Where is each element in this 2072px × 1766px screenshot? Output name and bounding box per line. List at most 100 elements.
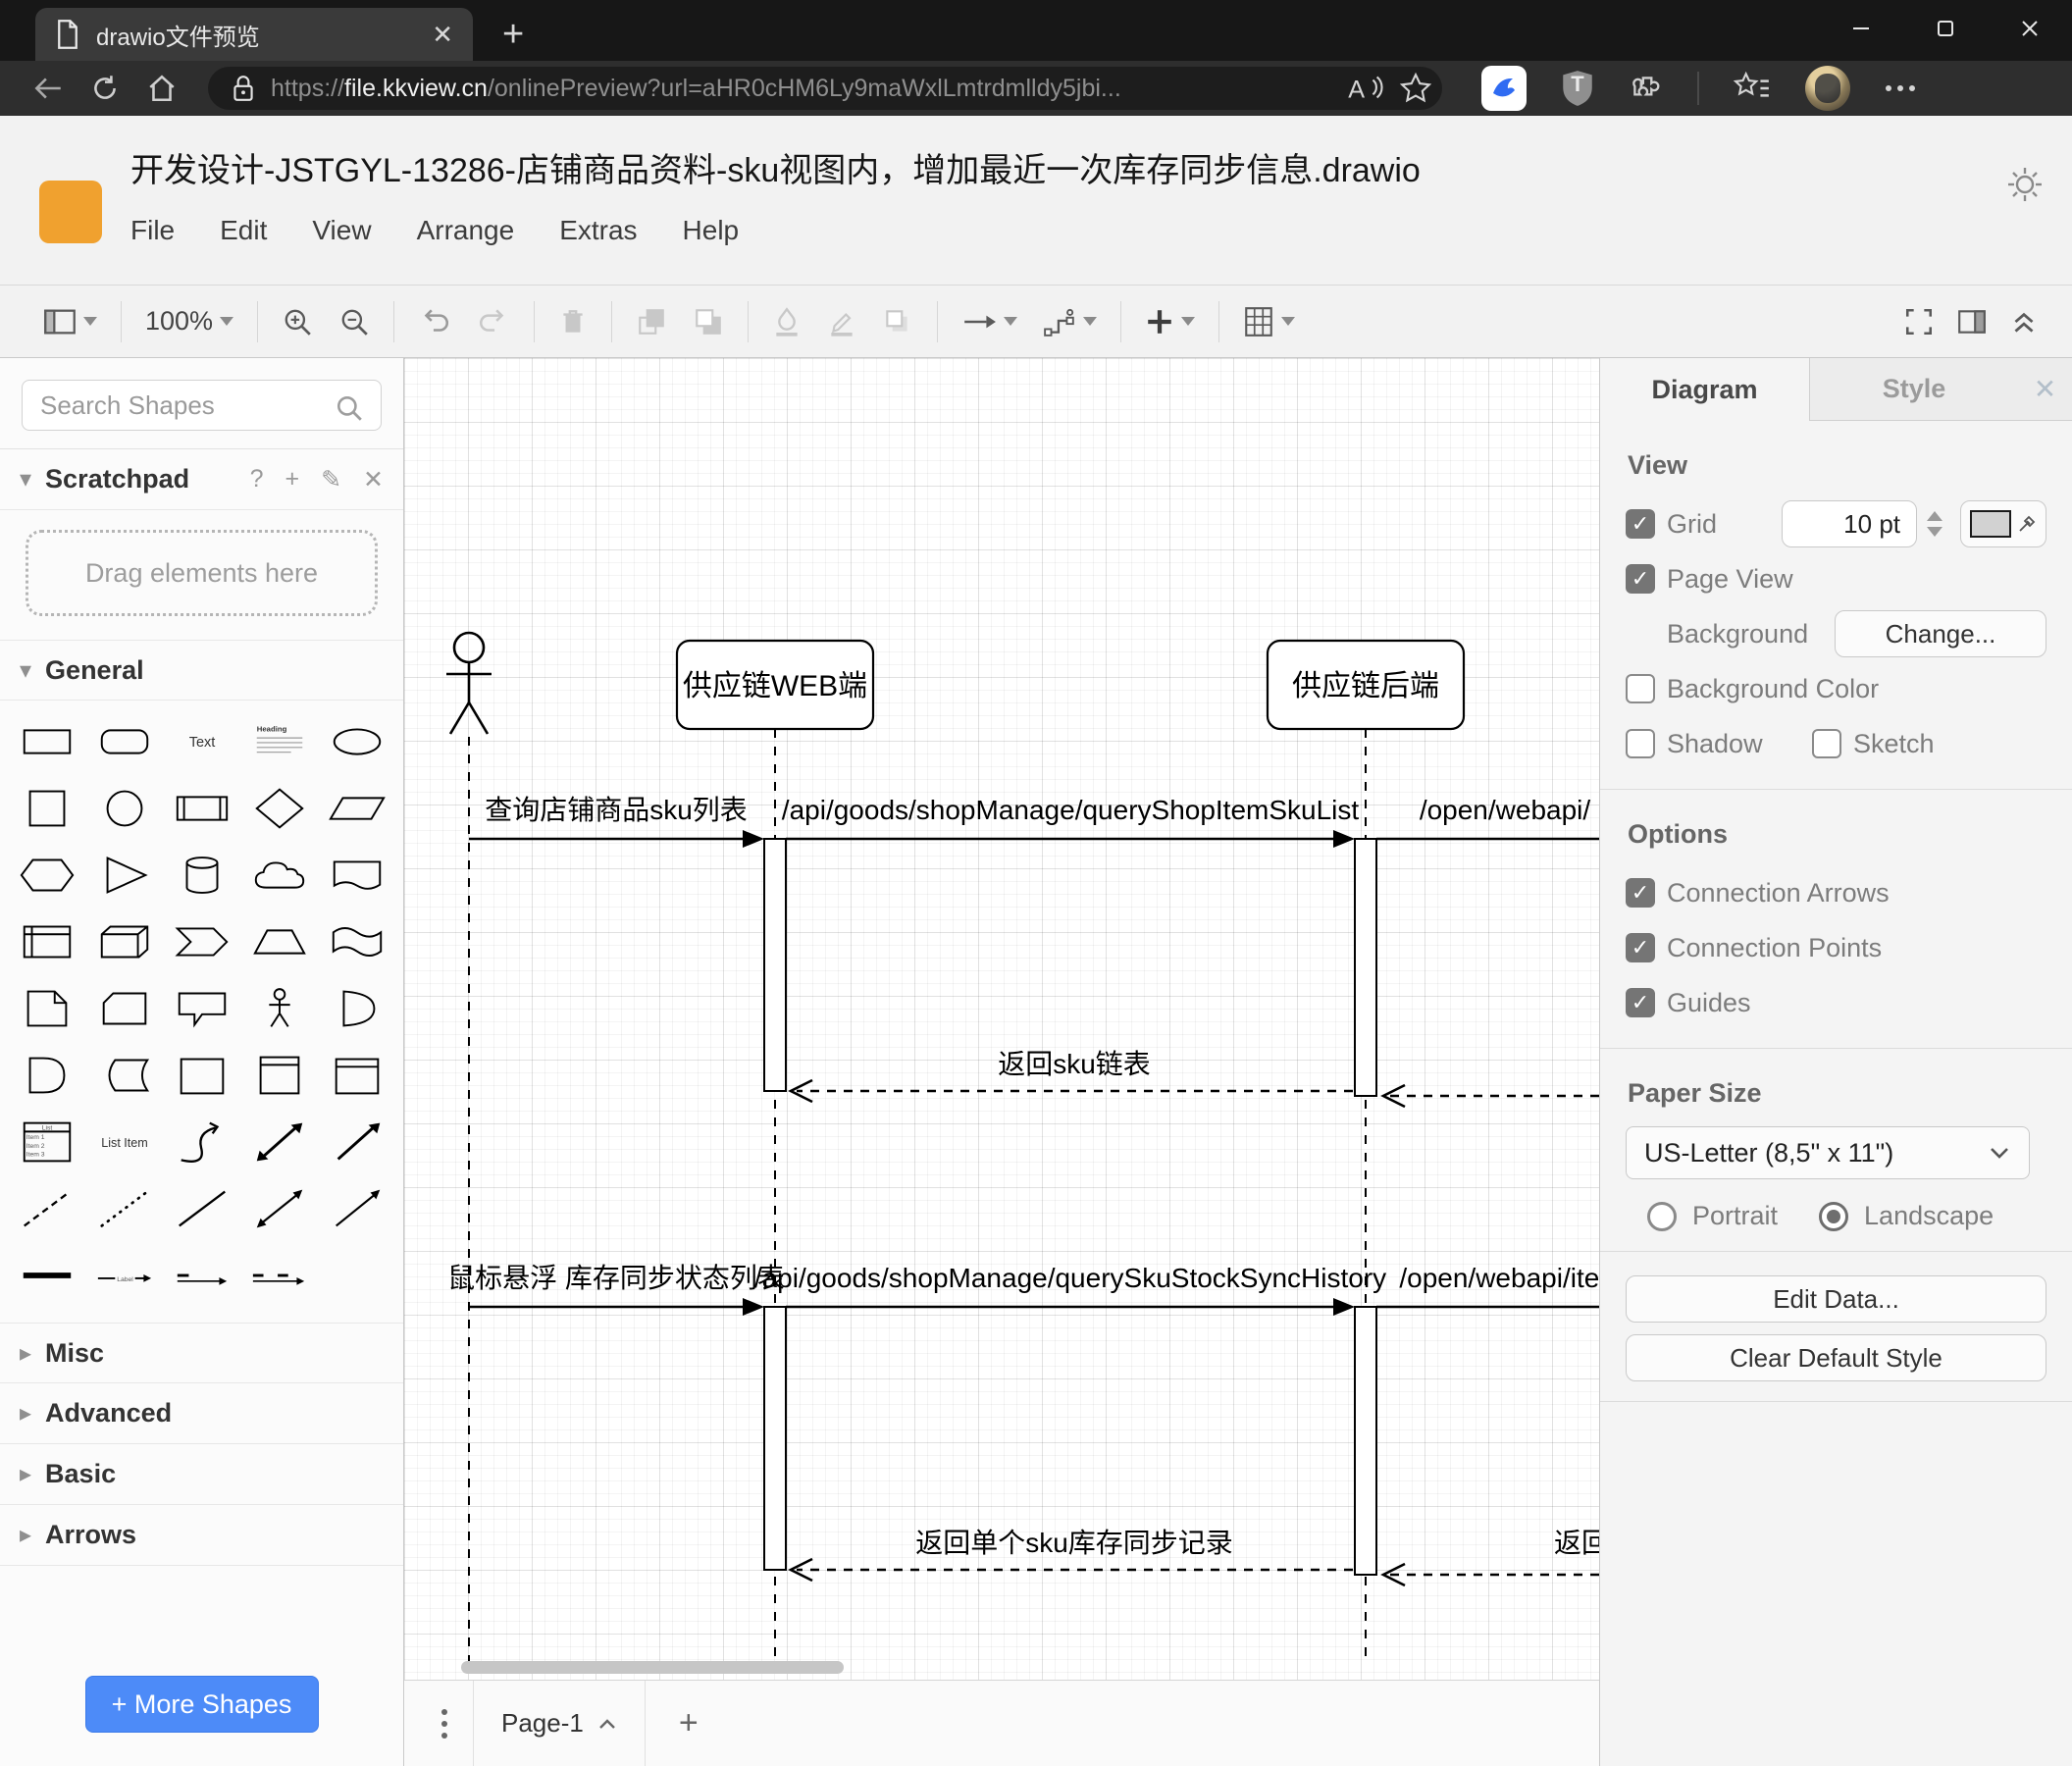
return-sku-list[interactable]: 返回sku链表 [788, 1049, 1353, 1104]
section-misc[interactable]: Misc [0, 1323, 403, 1383]
message-open-webapi[interactable]: /open/webapi/ [1376, 795, 1599, 841]
shape-circle[interactable] [85, 775, 163, 842]
extensions-puzzle-icon[interactable] [1629, 71, 1664, 106]
page-view-checkbox[interactable] [1626, 564, 1655, 594]
more-shapes-button[interactable]: + More Shapes [84, 1676, 319, 1733]
activation-backend-1[interactable] [1354, 838, 1377, 1097]
maximize-icon[interactable] [1903, 0, 1988, 57]
avatar[interactable] [1805, 66, 1850, 111]
panel-close-icon[interactable]: ✕ [2018, 358, 2072, 421]
to-back-icon[interactable] [693, 306, 724, 338]
background-color-checkbox[interactable] [1626, 674, 1655, 703]
shape-list-item[interactable]: List Item [85, 1109, 163, 1175]
actor-figure[interactable] [446, 631, 492, 735]
zoom-in-icon[interactable] [282, 306, 313, 338]
grid-checkbox[interactable] [1626, 509, 1655, 539]
read-aloud-icon[interactable]: A [1344, 72, 1385, 105]
page-view-button[interactable] [43, 307, 97, 337]
activation-web-2[interactable] [763, 1306, 787, 1571]
back-icon[interactable] [20, 74, 77, 103]
fullscreen-icon[interactable] [1903, 306, 1935, 338]
refresh-icon[interactable] [77, 73, 133, 104]
help-icon[interactable] [250, 465, 264, 494]
background-change-button[interactable]: Change... [1835, 610, 2046, 657]
shape-step[interactable] [163, 909, 240, 975]
lifeline-backend[interactable]: 供应链后端 [1266, 639, 1466, 731]
shape-ellipse[interactable] [318, 708, 395, 775]
to-front-icon[interactable] [636, 306, 667, 338]
browser-tab[interactable]: drawio文件预览 ✕ [35, 8, 473, 61]
undo-icon[interactable] [418, 307, 451, 337]
home-icon[interactable] [133, 73, 190, 104]
shape-bidirectional-arrow[interactable] [240, 1109, 318, 1175]
collections-icon[interactable] [1733, 71, 1772, 106]
search-icon[interactable] [335, 393, 364, 423]
tab-diagram[interactable]: Diagram [1600, 358, 1809, 421]
tab-close-icon[interactable]: ✕ [432, 22, 453, 47]
shape-or[interactable] [318, 975, 395, 1042]
zoom-out-icon[interactable] [338, 306, 370, 338]
message-query-sku-stock-sync-history-api[interactable]: /api/goods/shopManage/querySkuStockSyncH… [754, 1263, 1386, 1316]
section-advanced[interactable]: Advanced [0, 1383, 403, 1444]
shape-directional-arrow[interactable] [318, 1109, 395, 1175]
shape-arrow-with-label[interactable] [163, 1242, 240, 1309]
more-icon[interactable] [1884, 82, 1917, 94]
portrait-radio[interactable] [1647, 1201, 1677, 1231]
shape-dashed-line[interactable] [8, 1175, 85, 1242]
shape-triangle[interactable] [85, 842, 163, 909]
pages-menu-icon[interactable] [440, 1707, 449, 1740]
menu-file[interactable]: File [130, 215, 175, 246]
shape-internal-storage[interactable] [8, 909, 85, 975]
shape-trapezoid[interactable] [240, 909, 318, 975]
delete-icon[interactable] [558, 306, 588, 338]
shape-data-storage[interactable] [85, 1042, 163, 1109]
redo-icon[interactable] [477, 307, 510, 337]
tab-style[interactable]: Style [1809, 358, 2018, 421]
page-tab[interactable]: Page-1 [473, 1681, 646, 1766]
shape-directional-connector[interactable] [318, 1175, 395, 1242]
shape-rectangle[interactable] [8, 708, 85, 775]
landscape-radio[interactable] [1819, 1201, 1849, 1231]
menu-extras[interactable]: Extras [559, 215, 637, 246]
section-basic[interactable]: Basic [0, 1444, 403, 1505]
scratchpad-dropzone[interactable]: Drag elements here [26, 530, 378, 616]
paper-size-select[interactable]: US-Letter (8,5" x 11") [1626, 1126, 2030, 1179]
shape-square[interactable] [8, 775, 85, 842]
grid-size-stepper[interactable] [1921, 500, 1948, 547]
format-panel-icon[interactable] [1956, 307, 1988, 337]
shadow-checkbox[interactable] [1626, 729, 1655, 758]
shape-cube[interactable] [85, 909, 163, 975]
shape-document[interactable] [318, 842, 395, 909]
lifeline-web[interactable]: 供应链WEB端 [675, 639, 875, 731]
activation-web-1[interactable] [763, 838, 787, 1092]
fill-color-icon[interactable] [772, 306, 802, 338]
connection-arrows-checkbox[interactable] [1626, 878, 1655, 908]
insert-button[interactable] [1145, 307, 1196, 337]
shape-cloud[interactable] [240, 842, 318, 909]
shape-hexagon[interactable] [8, 842, 85, 909]
guides-checkbox[interactable] [1626, 988, 1655, 1017]
shield-extension-icon[interactable] [1560, 69, 1595, 108]
shape-list[interactable]: List Item 1 Item 2 Item 3 [8, 1109, 85, 1175]
message-query-sku-list[interactable]: 查询店铺商品sku列表 [469, 795, 764, 848]
shape-curve[interactable] [163, 1109, 240, 1175]
blue-app-extension-icon[interactable] [1481, 66, 1527, 111]
section-arrows[interactable]: Arrows [0, 1505, 403, 1566]
shape-tape[interactable] [318, 909, 395, 975]
add-page-button[interactable]: + [679, 1704, 699, 1742]
clear-default-style-button[interactable]: Clear Default Style [1626, 1334, 2046, 1381]
menu-view[interactable]: View [312, 215, 371, 246]
shape-arrow-source-target[interactable] [240, 1242, 318, 1309]
shape-dotted-line[interactable] [85, 1175, 163, 1242]
sketch-checkbox[interactable] [1812, 729, 1841, 758]
shape-note[interactable] [8, 975, 85, 1042]
shape-and[interactable] [8, 1042, 85, 1109]
diagram-canvas[interactable]: 供应链WEB端 供应链后端 查询店铺商品sku列表 /api/goods/sho… [404, 358, 1599, 1680]
shape-callout[interactable] [163, 975, 240, 1042]
address-bar[interactable]: https://file.kkview.cn/onlinePreview?url… [208, 67, 1442, 110]
activation-backend-2[interactable] [1354, 1306, 1377, 1576]
search-input[interactable] [22, 380, 382, 431]
return-to-backend-2[interactable]: 返回 [1380, 1528, 1599, 1587]
line-color-icon[interactable] [827, 306, 856, 338]
grid-size-input[interactable] [1782, 500, 1917, 547]
